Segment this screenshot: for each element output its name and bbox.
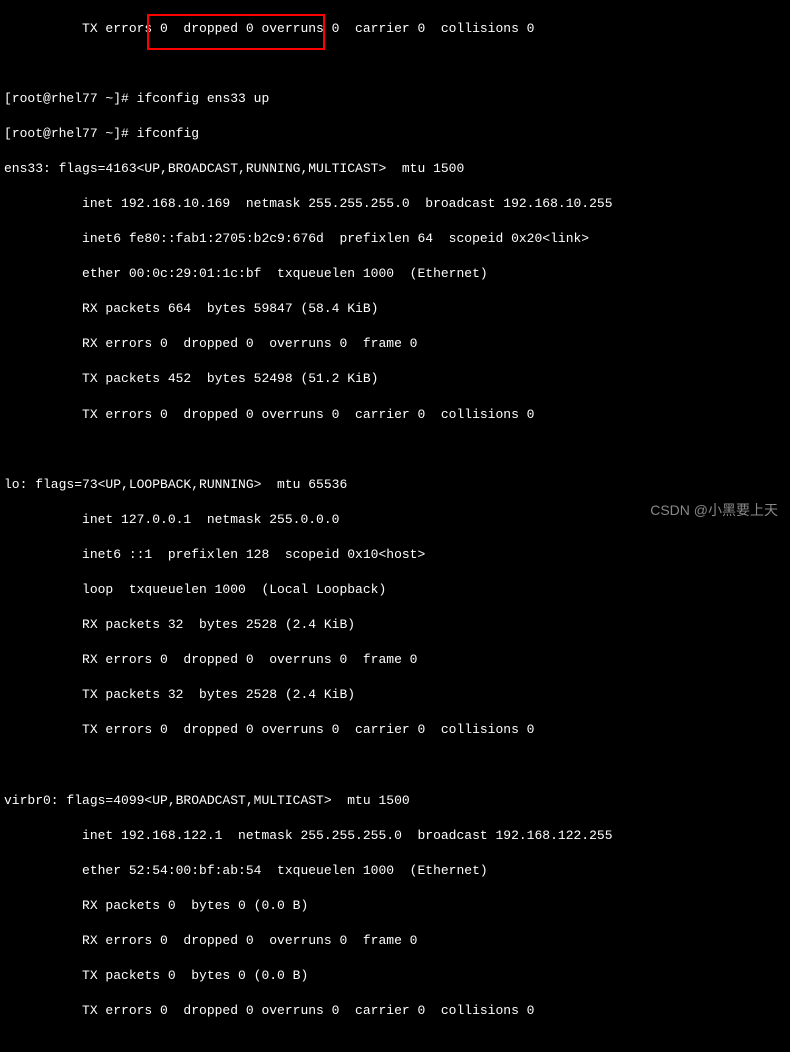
output-line: ether 52:54:00:bf:ab:54 txqueuelen 1000 … [4,862,786,880]
blank-line [4,55,786,73]
output-line: TX packets 452 bytes 52498 (51.2 KiB) [4,370,786,388]
watermark-text: CSDN @小黑要上天 [650,501,778,520]
interface-header: lo: flags=73<UP,LOOPBACK,RUNNING> mtu 65… [4,476,786,494]
output-line: RX errors 0 dropped 0 overruns 0 frame 0 [4,335,786,353]
output-line: TX errors 0 dropped 0 overruns 0 carrier… [4,721,786,739]
prompt-bracket-close: ]# [113,126,136,141]
blank-line [4,757,786,775]
output-line: TX packets 0 bytes 0 (0.0 B) [4,967,786,985]
output-line: RX packets 0 bytes 0 (0.0 B) [4,897,786,915]
blank-line [4,441,786,459]
prompt-bracket-open: [ [4,91,12,106]
output-line: TX errors 0 dropped 0 overruns 0 carrier… [4,20,786,38]
output-line: inet6 ::1 prefixlen 128 scopeid 0x10<hos… [4,546,786,564]
terminal-output[interactable]: TX errors 0 dropped 0 overruns 0 carrier… [0,0,790,1052]
output-line: inet6 fe80::fab1:2705:b2c9:676d prefixle… [4,230,786,248]
output-line: TX errors 0 dropped 0 overruns 0 carrier… [4,406,786,424]
output-line: RX errors 0 dropped 0 overruns 0 frame 0 [4,651,786,669]
output-line: ether 00:0c:29:01:1c:bf txqueuelen 1000 … [4,265,786,283]
output-line: TX errors 0 dropped 0 overruns 0 carrier… [4,1002,786,1020]
output-line: inet 192.168.10.169 netmask 255.255.255.… [4,195,786,213]
prompt-user-host: root@rhel77 ~ [12,91,113,106]
prompt-user-host: root@rhel77 ~ [12,126,113,141]
blank-line [4,1037,786,1052]
output-line: RX packets 664 bytes 59847 (58.4 KiB) [4,300,786,318]
output-line: loop txqueuelen 1000 (Local Loopback) [4,581,786,599]
output-line: RX packets 32 bytes 2528 (2.4 KiB) [4,616,786,634]
interface-header: virbr0: flags=4099<UP,BROADCAST,MULTICAS… [4,792,786,810]
command-text: ifconfig [137,126,199,141]
prompt-line: [root@rhel77 ~]# ifconfig ens33 up [4,90,786,108]
prompt-bracket-close: ]# [113,91,136,106]
output-line: RX errors 0 dropped 0 overruns 0 frame 0 [4,932,786,950]
output-line: TX packets 32 bytes 2528 (2.4 KiB) [4,686,786,704]
output-line: inet 192.168.122.1 netmask 255.255.255.0… [4,827,786,845]
prompt-line: [root@rhel77 ~]# ifconfig [4,125,786,143]
interface-header: ens33: flags=4163<UP,BROADCAST,RUNNING,M… [4,160,786,178]
prompt-bracket-open: [ [4,126,12,141]
command-text: ifconfig ens33 up [137,91,270,106]
